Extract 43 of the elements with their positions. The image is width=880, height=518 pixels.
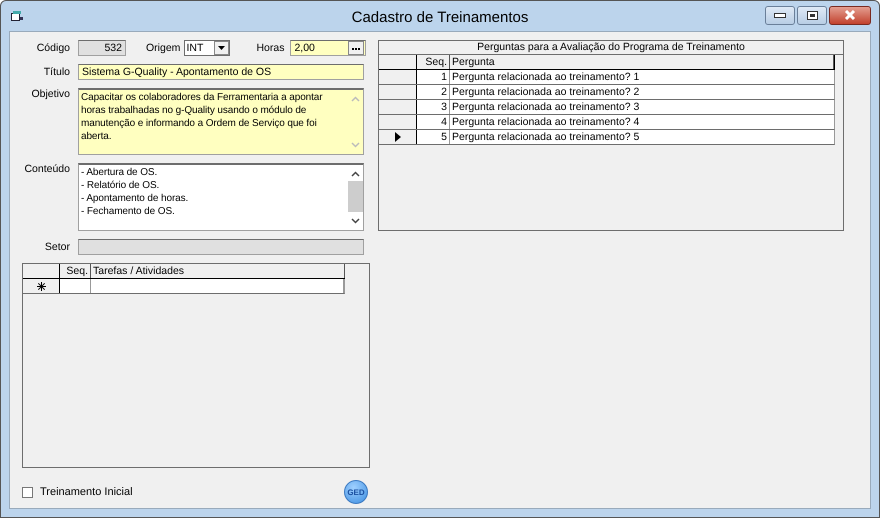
title-field[interactable]: Sistema G-Quality - Apontamento de OS [78, 64, 364, 80]
column-header[interactable]: Pergunta [450, 55, 834, 69]
table-cell: 3 [417, 100, 450, 114]
table-cell: 1 [417, 70, 450, 84]
field-label: Título [42, 66, 70, 78]
ged-button[interactable]: GED [344, 480, 368, 504]
initial-training-checkbox[interactable]: Treinamento Inicial [22, 486, 133, 498]
column-header[interactable]: Seq. [417, 55, 450, 69]
table-cell: Pergunta relacionada ao treinamento? 5 [450, 130, 834, 144]
table-cell: 2 [417, 85, 450, 99]
window-title: Cadastro de Treinamentos [352, 9, 528, 26]
table-cell: Pergunta relacionada ao treinamento? 3 [450, 100, 834, 114]
maximize-button[interactable] [797, 6, 827, 24]
maximize-icon [806, 10, 818, 20]
table-cell: 4 [417, 115, 450, 129]
field-label: Conteúdo [23, 163, 70, 175]
chevron-down-icon [350, 142, 360, 148]
app-icon [11, 11, 23, 21]
table-cell: Pergunta relacionada ao treinamento? 4 [450, 115, 834, 129]
hours-field[interactable]: 2,00 [290, 40, 366, 56]
close-button[interactable] [829, 6, 871, 24]
field-label: Código [36, 42, 70, 54]
code-field[interactable]: 532 [78, 40, 126, 56]
field-label: Objetivo [30, 88, 70, 100]
field-label: Setor [44, 241, 70, 253]
table-cell: Pergunta relacionada ao treinamento? 2 [450, 85, 834, 99]
grid-caption: Perguntas para a Avaliação do Programa de Treinamento [379, 41, 843, 55]
ellipsis-button-icon[interactable] [348, 41, 364, 55]
chevron-up-icon [350, 96, 360, 102]
table-cell: 5 [417, 130, 450, 144]
column-header[interactable]: Tarefas / Atividades [91, 264, 345, 278]
origin-dropdown[interactable]: INT [184, 40, 230, 56]
field-label: Origem [146, 42, 180, 54]
field-label: Horas [256, 42, 284, 54]
table-cell: Pergunta relacionada ao treinamento? 1 [450, 70, 834, 84]
minimize-button[interactable] [765, 6, 795, 24]
new-row-icon [36, 282, 46, 290]
close-icon [844, 10, 856, 20]
sector-field[interactable] [78, 239, 364, 255]
chevron-up-icon [350, 171, 360, 177]
minimize-icon [774, 12, 786, 18]
chevron-down-icon [350, 218, 360, 224]
column-header[interactable]: Seq. [60, 264, 91, 278]
